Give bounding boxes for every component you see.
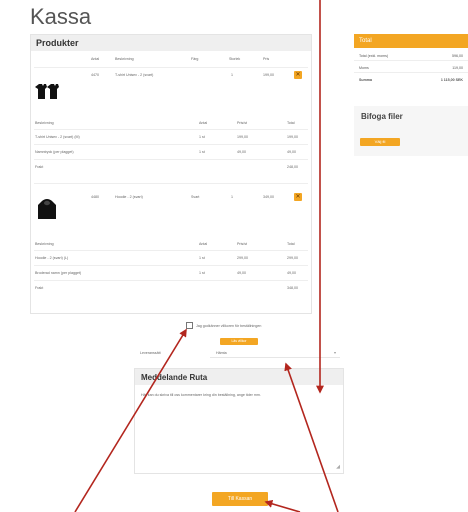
cell: 199,00 <box>263 73 274 77</box>
delivery-label: Leveranssätt <box>140 351 161 355</box>
col-header: Färg <box>191 57 199 61</box>
cell: 299,00 <box>287 256 298 260</box>
subtable-header: Beskrivning Antal Pris/st Total <box>31 119 311 129</box>
subtable-header: Beskrivning Antal Pris/st Total <box>31 240 311 250</box>
arrow-to-checkout <box>264 499 301 512</box>
terms-label: Jag godkänner villkoren för beställninge… <box>196 324 262 328</box>
table-row: Namntryck (per plagget) 1 st 49,00 49,00 <box>31 148 311 158</box>
choose-file-button[interactable]: Välj fil <box>360 138 400 146</box>
terms-checkbox[interactable] <box>186 322 193 329</box>
delivery-value: Hämta <box>216 351 227 355</box>
table-row: Frakt 348,00 <box>31 284 311 294</box>
cell: 299,00 <box>237 256 248 260</box>
attach-panel: Bifoga filer Välj fil <box>354 106 468 156</box>
total-value: 596,00 <box>452 54 463 58</box>
cell: 1 st <box>199 271 205 275</box>
cell: 1 <box>231 73 233 77</box>
table-row: Broderad namn (per plagget) 1 st 49,00 4… <box>31 269 311 279</box>
delivery-select[interactable]: Hämta ▾ <box>210 348 340 358</box>
tshirts-icon <box>35 84 59 99</box>
cell: 1 st <box>199 256 205 260</box>
products-title: Produkter <box>31 35 311 51</box>
cell: 348,00 <box>287 286 298 290</box>
cell: 1 <box>231 195 233 199</box>
page-title: Kassa <box>30 4 92 29</box>
col-header: Total <box>287 121 295 125</box>
total-label: Total (exkl. moms) <box>359 54 389 58</box>
read-terms-button[interactable]: Läs villkor <box>220 338 258 345</box>
col-header: Total <box>287 242 295 246</box>
message-box[interactable]: Meddelande Ruta Här kan du skriva till o… <box>134 368 344 474</box>
cell: 4480 <box>91 195 99 199</box>
products-header-row: Antal Beskrivning Färg Storlek Pris <box>31 55 311 65</box>
total-row: Total (exkl. moms) 596,00 <box>354 52 468 61</box>
cell: T-shirt Unisex - 2 (svart) (M) <box>35 135 80 139</box>
total-panel: Total Total (exkl. moms) 596,00 Moms 119… <box>354 34 468 94</box>
col-header: Antal <box>199 242 208 246</box>
table-row: 4480 Hoodie - 2 (svart) Svart 1 349,00 <box>31 193 311 203</box>
col-header: Antal <box>91 57 100 61</box>
message-textarea-placeholder: Här kan du skriva till oss kommentarer k… <box>141 393 261 397</box>
remove-item-button[interactable]: ✕ <box>294 71 302 79</box>
cell: Svart <box>191 195 200 199</box>
total-row: Summa 1 115,00 SEK <box>354 76 468 85</box>
table-row: 4470 T-shirt Unisex - 2 (svart) 1 199,00 <box>31 71 311 81</box>
resize-handle-icon[interactable]: ◢ <box>336 464 340 470</box>
cell: 349,00 <box>263 195 274 199</box>
attach-title: Bifoga filer <box>361 112 403 121</box>
col-header: Pris/st <box>237 242 247 246</box>
cell: T-shirt Unisex - 2 (svart) <box>115 73 154 77</box>
table-row: Hoodie - 2 (svart) (L) 1 st 299,00 299,0… <box>31 254 311 264</box>
cell: Hoodie - 2 (svart) (L) <box>35 256 69 260</box>
cell: 49,00 <box>287 150 296 154</box>
cell: 49,00 <box>237 150 246 154</box>
cell: 49,00 <box>287 271 296 275</box>
cell: Broderad namn (per plagget) <box>35 271 82 275</box>
total-row: Moms 119,00 <box>354 64 468 73</box>
total-value: 119,00 <box>452 66 463 70</box>
cell: 49,00 <box>237 271 246 275</box>
cell: Frakt <box>35 286 44 290</box>
cell: Frakt <box>35 165 44 169</box>
cell: Hoodie - 2 (svart) <box>115 195 143 199</box>
col-header: Beskrivning <box>35 242 54 246</box>
products-panel: Produkter Antal Beskrivning Färg Storlek… <box>30 34 312 314</box>
cell: 199,00 <box>237 135 248 139</box>
cell: 1 st <box>199 150 205 154</box>
cell: 199,00 <box>287 135 298 139</box>
total-value: 1 115,00 SEK <box>440 78 463 82</box>
cell: 248,00 <box>287 165 298 169</box>
total-title: Total <box>354 34 468 48</box>
col-header: Antal <box>199 121 208 125</box>
total-label: Moms <box>359 66 369 70</box>
checkout-button[interactable]: Till Kassan <box>212 492 268 506</box>
table-row: T-shirt Unisex - 2 (svart) (M) 1 st 199,… <box>31 133 311 143</box>
cell: 1 st <box>199 135 205 139</box>
col-header: Beskrivning <box>35 121 54 125</box>
cell: Namntryck (per plagget) <box>35 150 74 154</box>
col-header: Storlek <box>229 57 241 61</box>
col-header: Beskrivning <box>115 57 134 61</box>
table-row: Frakt 248,00 <box>31 163 311 173</box>
total-label: Summa <box>359 78 372 82</box>
chevron-down-icon: ▾ <box>333 350 336 355</box>
cell: 4470 <box>91 73 99 77</box>
col-header: Pris/st <box>237 121 247 125</box>
col-header: Pris <box>263 57 270 61</box>
remove-item-button[interactable]: ✕ <box>294 193 302 201</box>
message-title: Meddelande Ruta <box>135 369 343 385</box>
